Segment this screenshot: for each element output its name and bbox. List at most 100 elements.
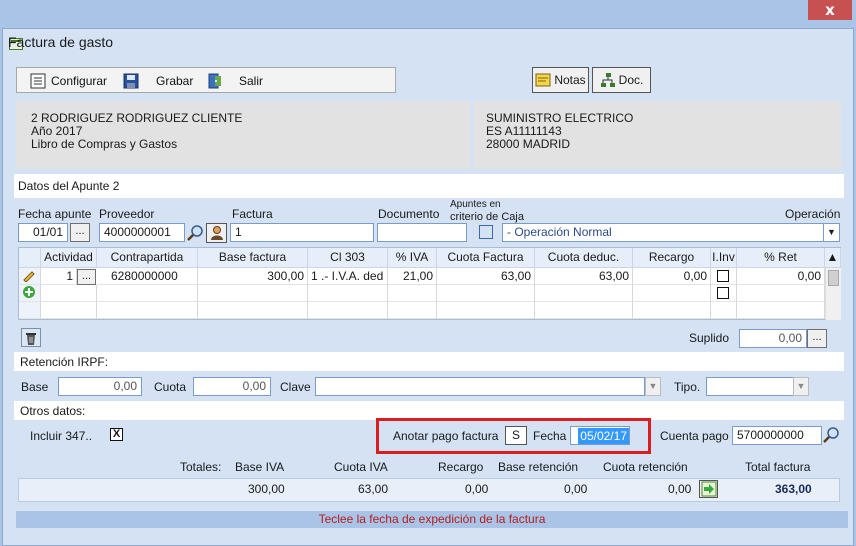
grid-scroll-up-icon[interactable]: ▲ [825,248,841,268]
totales-label: Totales: [180,460,222,474]
apply-retention-button[interactable] [699,480,718,498]
cell-empty[interactable] [308,302,388,319]
actividad-browse-button[interactable]: ... [77,269,96,285]
anotar-pago-label: Anotar pago factura [393,429,499,443]
grid-header-cuota-deduc: Cuota deduc. [535,248,633,268]
cell-iinv [711,268,737,285]
cell-cuota-factura[interactable]: 63,00 [437,268,535,285]
client-name: 2 RODRIGUEZ RODRIGUEZ CLIENTE [31,111,243,125]
total-base-ret-value: 0,00 [564,482,588,496]
suplido-input[interactable]: 0,00 [739,329,807,348]
cell-empty[interactable] [97,302,198,319]
total-cuota-iva-value: 63,00 [358,482,389,496]
anotar-pago-input[interactable]: S [505,426,527,445]
edit-row-icon[interactable] [19,268,41,285]
cell-recargo[interactable]: 0,00 [633,268,711,285]
client-book: Libro de Compras y Gastos [31,137,178,151]
grid-header-iva: % IVA [388,248,437,268]
grabar-button[interactable]: Grabar [123,71,193,90]
search-icon[interactable] [822,426,840,444]
operacion-select[interactable]: - Operación Normal [502,223,824,242]
iinv-checkbox[interactable] [717,287,729,299]
cell-empty[interactable] [41,302,97,319]
incluir-347-checkbox[interactable]: X [110,428,123,441]
fecha-apunte-input[interactable]: 01/01 [18,223,68,242]
irpf-base-input[interactable]: 0,00 [58,377,142,396]
configurar-button[interactable]: Configurar [30,71,107,90]
exit-door-icon [207,73,223,89]
cell-empty[interactable] [388,285,437,302]
search-icon[interactable] [186,224,204,242]
cuenta-pago-input[interactable]: 5700000000 [732,426,822,445]
notas-label: Notas [554,73,586,87]
cell-iva[interactable]: 21,00 [388,268,437,285]
notes-icon [535,72,551,88]
caja-checkbox[interactable] [479,225,493,239]
clave-dropdown-icon[interactable]: ▼ [645,377,661,396]
cell-empty[interactable] [737,285,825,302]
person-icon [209,225,225,241]
suplido-browse-button[interactable]: ... [807,329,827,348]
cell-base[interactable]: 300,00 [198,268,308,285]
lines-grid: Actividad Contrapartida Base factura Cl … [18,247,841,320]
grid-header-contrapartida: Contrapartida [97,248,198,268]
cell-actividad[interactable]: 1 [41,268,77,285]
total-base-ret-label: Base retención [498,460,579,474]
cell-empty[interactable] [437,285,535,302]
total-cuota-ret-value: 0,00 [668,482,692,496]
add-row-icon[interactable] [19,285,41,302]
cuenta-pago-label: Cuenta pago [660,429,729,443]
notas-button[interactable]: Notas [532,67,589,93]
caja-label-2: criterio de Caja [450,211,524,223]
total-base-iva-label: Base IVA [235,460,285,474]
delete-line-button[interactable] [21,328,41,347]
grid-scroll-thumb[interactable] [828,270,839,286]
grabar-label: Grabar [156,73,194,88]
pago-fecha-input[interactable]: 05/02/17 [570,426,630,445]
total-factura-value: 363,00 [775,482,812,496]
grid-header-cl303: Cl 303 [308,248,388,268]
cell-empty[interactable] [711,302,737,319]
cell-empty[interactable] [41,285,97,302]
cell-empty[interactable] [388,302,437,319]
supplier-card-button[interactable] [206,223,227,243]
cell-cl303[interactable]: 1 .- I.V.A. ded [308,268,388,285]
total-recargo-label: Recargo [438,460,484,474]
cell-ret[interactable]: 0,00 [737,268,825,285]
total-cuota-ret-label: Cuota retención [603,460,688,474]
irpf-clave-select[interactable] [315,377,645,396]
cell-empty[interactable] [97,285,198,302]
cell-cuota-deduc[interactable]: 63,00 [535,268,633,285]
cell-empty[interactable] [437,302,535,319]
irpf-cuota-input[interactable]: 0,00 [193,377,271,396]
irpf-tipo-label: Tipo. [674,380,701,394]
irpf-tipo-select[interactable] [706,377,794,396]
cell-empty[interactable] [198,302,308,319]
total-factura-label: Total factura [745,460,811,474]
cell-empty[interactable] [308,285,388,302]
grid-scrollbar[interactable] [825,268,841,320]
cell-empty[interactable] [535,285,633,302]
total-cuota-iva-label: Cuota IVA [334,460,388,474]
tipo-dropdown-icon[interactable]: ▼ [793,377,809,396]
factura-input[interactable]: 1 [230,223,374,242]
row-selector[interactable] [19,302,41,319]
grid-header-actividad: Actividad [41,248,97,268]
iinv-checkbox[interactable] [717,270,729,282]
operacion-dropdown-icon[interactable]: ▼ [823,223,840,242]
suplido-label: Suplido [689,331,730,345]
fecha-apunte-browse-button[interactable]: ... [70,223,90,242]
close-button[interactable]: x [808,0,852,20]
cell-empty[interactable] [633,285,711,302]
doc-button[interactable]: Doc. [592,67,651,93]
salir-button[interactable]: Salir [207,71,263,90]
proveedor-input[interactable]: 4000000001 [99,223,185,242]
cell-empty[interactable] [198,285,308,302]
cell-empty[interactable] [633,302,711,319]
configurar-label: Configurar [51,73,108,88]
documento-input[interactable] [377,223,467,242]
cell-empty[interactable] [535,302,633,319]
trash-icon [23,330,39,346]
cell-empty[interactable] [737,302,825,319]
cell-contrapartida[interactable]: 6280000000 [97,268,198,285]
